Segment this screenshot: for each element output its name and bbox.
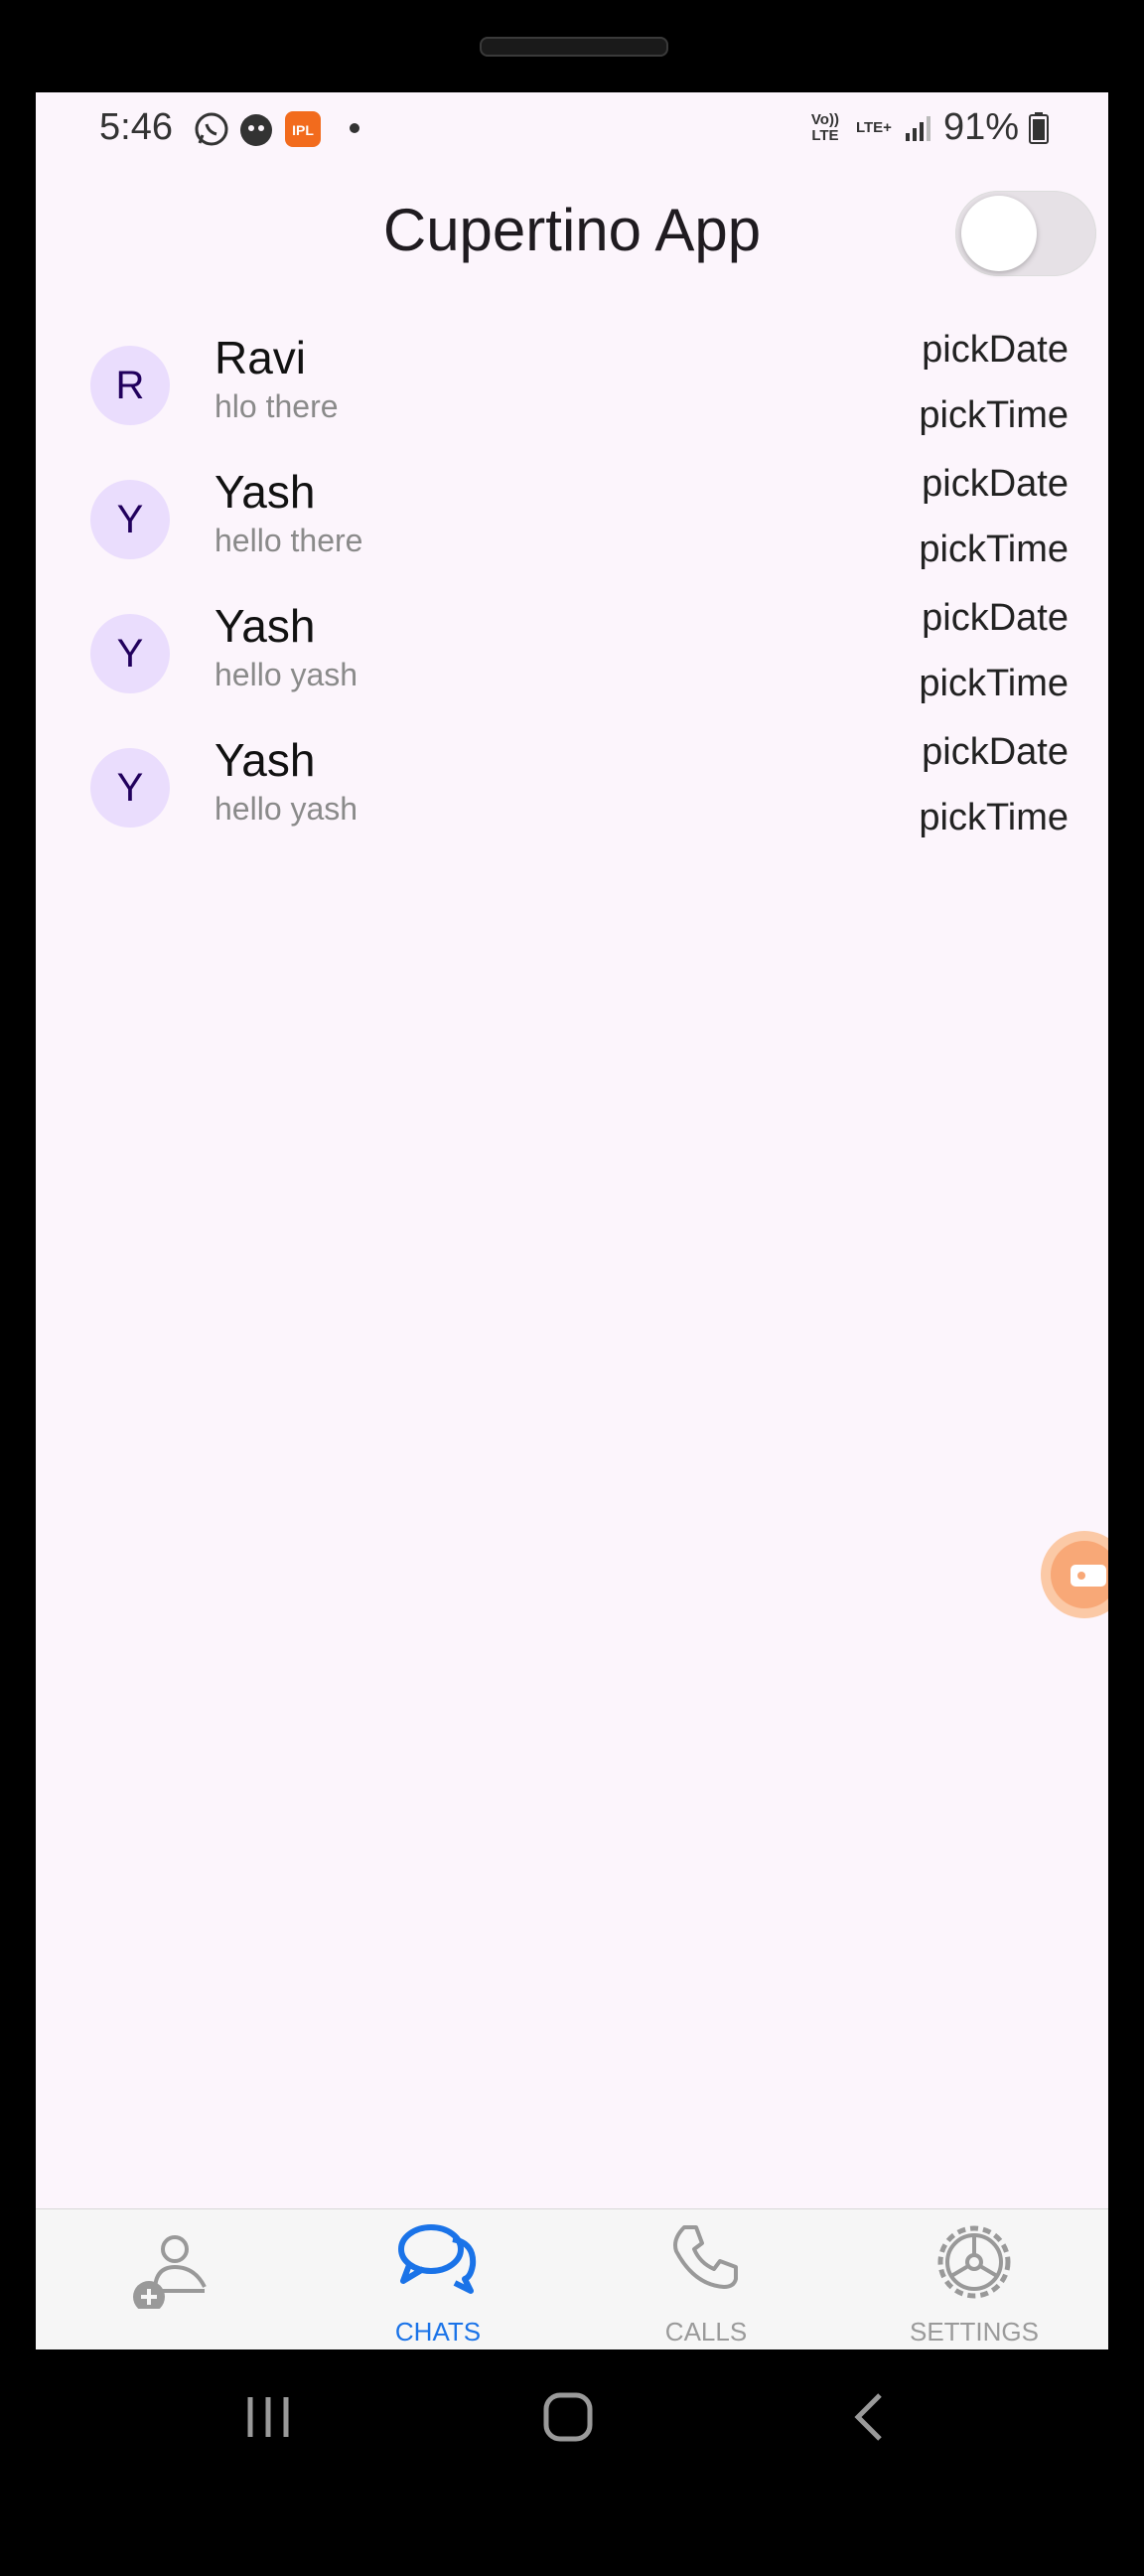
avatar: Y — [90, 748, 170, 828]
chat-contact-name: Ravi — [214, 332, 307, 383]
tab-settings[interactable]: SETTINGS — [875, 2209, 1073, 2349]
page-title: Cupertino App — [382, 197, 762, 263]
chat-list: R Ravi hlo there pickDate pickTime Y Yas… — [36, 321, 1108, 857]
phone-frame: 5:46 IPL Vo)) LTE LTE+ 91% Cupertino App… — [0, 0, 1144, 2576]
tab-chats-label: CHATS — [394, 2317, 482, 2347]
ipl-app-icon: IPL — [285, 111, 321, 147]
avatar: Y — [90, 480, 170, 559]
toggle-knob — [961, 196, 1037, 271]
status-right: Vo)) LTE LTE+ 91% — [806, 106, 1049, 149]
tab-calls-label: CALLS — [664, 2317, 748, 2347]
tab-calls[interactable]: CALLS — [607, 2209, 805, 2349]
recent-apps-icon[interactable] — [240, 2389, 296, 2445]
pick-time-button[interactable]: pickTime — [919, 663, 1069, 705]
svg-text:IPL: IPL — [292, 122, 314, 138]
chat-last-message: hello there — [214, 523, 363, 558]
pick-date-button[interactable]: pickDate — [922, 597, 1069, 640]
chat-list-item[interactable]: Y Yash hello there pickDate pickTime — [36, 455, 1108, 589]
chat-contact-name: Yash — [214, 734, 316, 786]
system-navigation-bar — [0, 2349, 1144, 2479]
chat-list-item[interactable]: R Ravi hlo there pickDate pickTime — [36, 321, 1108, 455]
chat-list-item[interactable]: Y Yash hello yash pickDate pickTime — [36, 723, 1108, 857]
tab-chats[interactable]: CHATS — [339, 2209, 537, 2349]
pick-time-button[interactable]: pickTime — [919, 797, 1069, 839]
avatar: R — [90, 346, 170, 425]
pick-date-button[interactable]: pickDate — [922, 463, 1069, 506]
volte-indicator: Vo)) LTE — [810, 110, 839, 144]
lte-indicator: LTE+ — [855, 118, 892, 136]
notification-dot — [350, 123, 359, 133]
add-person-icon — [133, 2235, 207, 2309]
pick-date-button[interactable]: pickDate — [922, 329, 1069, 372]
screen-recorder-bubble[interactable] — [1041, 1531, 1108, 1618]
gear-icon — [937, 2225, 1011, 2299]
status-bar: 5:46 IPL Vo)) LTE LTE+ 91% — [36, 92, 1108, 164]
pick-time-button[interactable]: pickTime — [919, 529, 1069, 571]
avatar: Y — [90, 614, 170, 693]
chat-contact-name: Yash — [214, 466, 316, 518]
pick-date-button[interactable]: pickDate — [922, 731, 1069, 774]
pick-time-button[interactable]: pickTime — [919, 394, 1069, 437]
chat-contact-name: Yash — [214, 600, 316, 652]
phone-icon — [673, 2225, 738, 2289]
theme-toggle-switch[interactable] — [955, 191, 1096, 276]
back-icon[interactable] — [842, 2389, 898, 2445]
screen-recorder-inner — [1051, 1541, 1108, 1608]
battery-icon — [1029, 111, 1049, 144]
tab-settings-label: SETTINGS — [909, 2317, 1039, 2347]
tab-add-contact[interactable] — [71, 2209, 269, 2349]
chat-last-message: hlo there — [214, 388, 339, 424]
chat-last-message: hello yash — [214, 657, 358, 692]
signal-icon — [905, 115, 930, 141]
battery-percent: 91% — [942, 106, 1019, 148]
chat-bubbles-icon — [398, 2224, 477, 2294]
earpiece-speaker — [480, 37, 668, 57]
record-camera-icon — [1071, 1565, 1106, 1587]
bottom-tab-bar: CHATS CALLS SETTINGS — [36, 2208, 1108, 2349]
whatsapp-icon — [195, 112, 228, 146]
home-icon[interactable] — [540, 2389, 596, 2445]
chat-last-message: hello yash — [214, 791, 358, 827]
chat-list-item[interactable]: Y Yash hello yash pickDate pickTime — [36, 589, 1108, 723]
app-notification-icon — [240, 114, 272, 146]
app-screen: 5:46 IPL Vo)) LTE LTE+ 91% Cupertino App… — [36, 92, 1108, 2349]
status-time: 5:46 — [99, 106, 173, 148]
